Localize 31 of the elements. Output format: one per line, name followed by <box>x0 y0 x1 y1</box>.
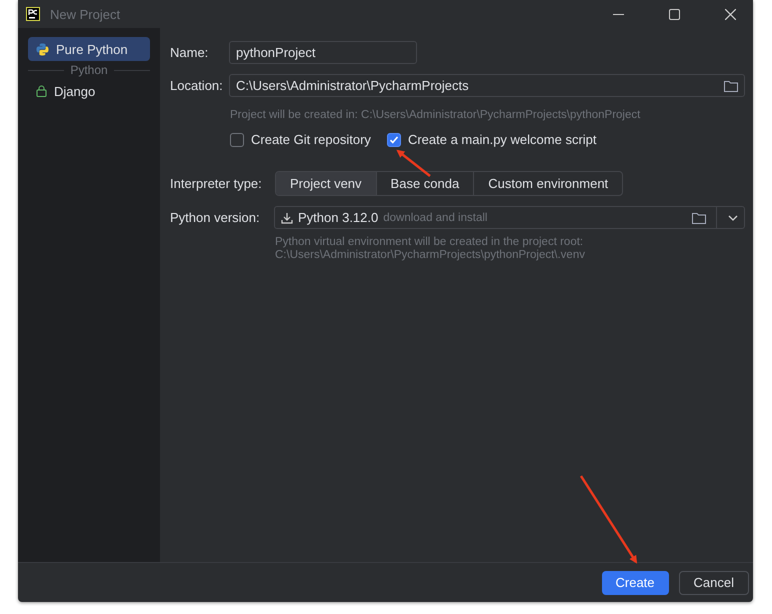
sidebar-item[interactable]: Pure Python <box>28 37 150 61</box>
close-icon[interactable] <box>724 8 736 20</box>
app-logo <box>26 7 40 21</box>
checkbox-label[interactable]: Create Git repository <box>251 132 371 147</box>
field-label: Name: <box>170 45 210 60</box>
field-label: Location: <box>170 78 224 93</box>
checkbox[interactable] <box>386 132 401 146</box>
cancel-button[interactable]: Cancel <box>678 570 749 594</box>
name-field[interactable]: pythonProject <box>229 41 417 64</box>
annotation-arrow <box>396 150 431 177</box>
location-hint: Project will be created in: C:\Users\Administrator\PycharmProjects\pythonProject <box>230 109 642 121</box>
maximize-icon[interactable] <box>668 8 680 20</box>
checkbox[interactable] <box>230 132 244 146</box>
python-version-dropdown[interactable]: Python 3.12.0 download and install <box>274 206 745 229</box>
sidebar-item[interactable]: Django <box>28 79 150 103</box>
location-field[interactable]: C:\Users\Administrator\PycharmProjects <box>229 74 745 97</box>
folder-icon[interactable] <box>724 80 738 92</box>
checkmark-icon <box>388 134 399 144</box>
create-button[interactable]: Create <box>602 570 669 594</box>
window-title: New Project <box>50 6 122 22</box>
checkbox-label[interactable]: Create a main.py welcome script <box>408 132 597 147</box>
download-icon <box>281 212 293 224</box>
segment-tab[interactable]: Base conda <box>376 172 474 195</box>
field-label: Interpreter type: <box>170 176 263 191</box>
folder-icon[interactable] <box>692 212 706 224</box>
venv-hint: C:\Users\Administrator\PycharmProjects\pythonProject\.venv <box>275 249 586 261</box>
field-label: Python version: <box>170 210 261 225</box>
group-heading: Python <box>70 63 108 77</box>
venv-hint: Python virtual environment will be created in the project root: <box>275 236 584 248</box>
segment-tab[interactable]: Project venv <box>276 172 377 195</box>
segment-tab[interactable]: Custom environment <box>474 172 622 195</box>
